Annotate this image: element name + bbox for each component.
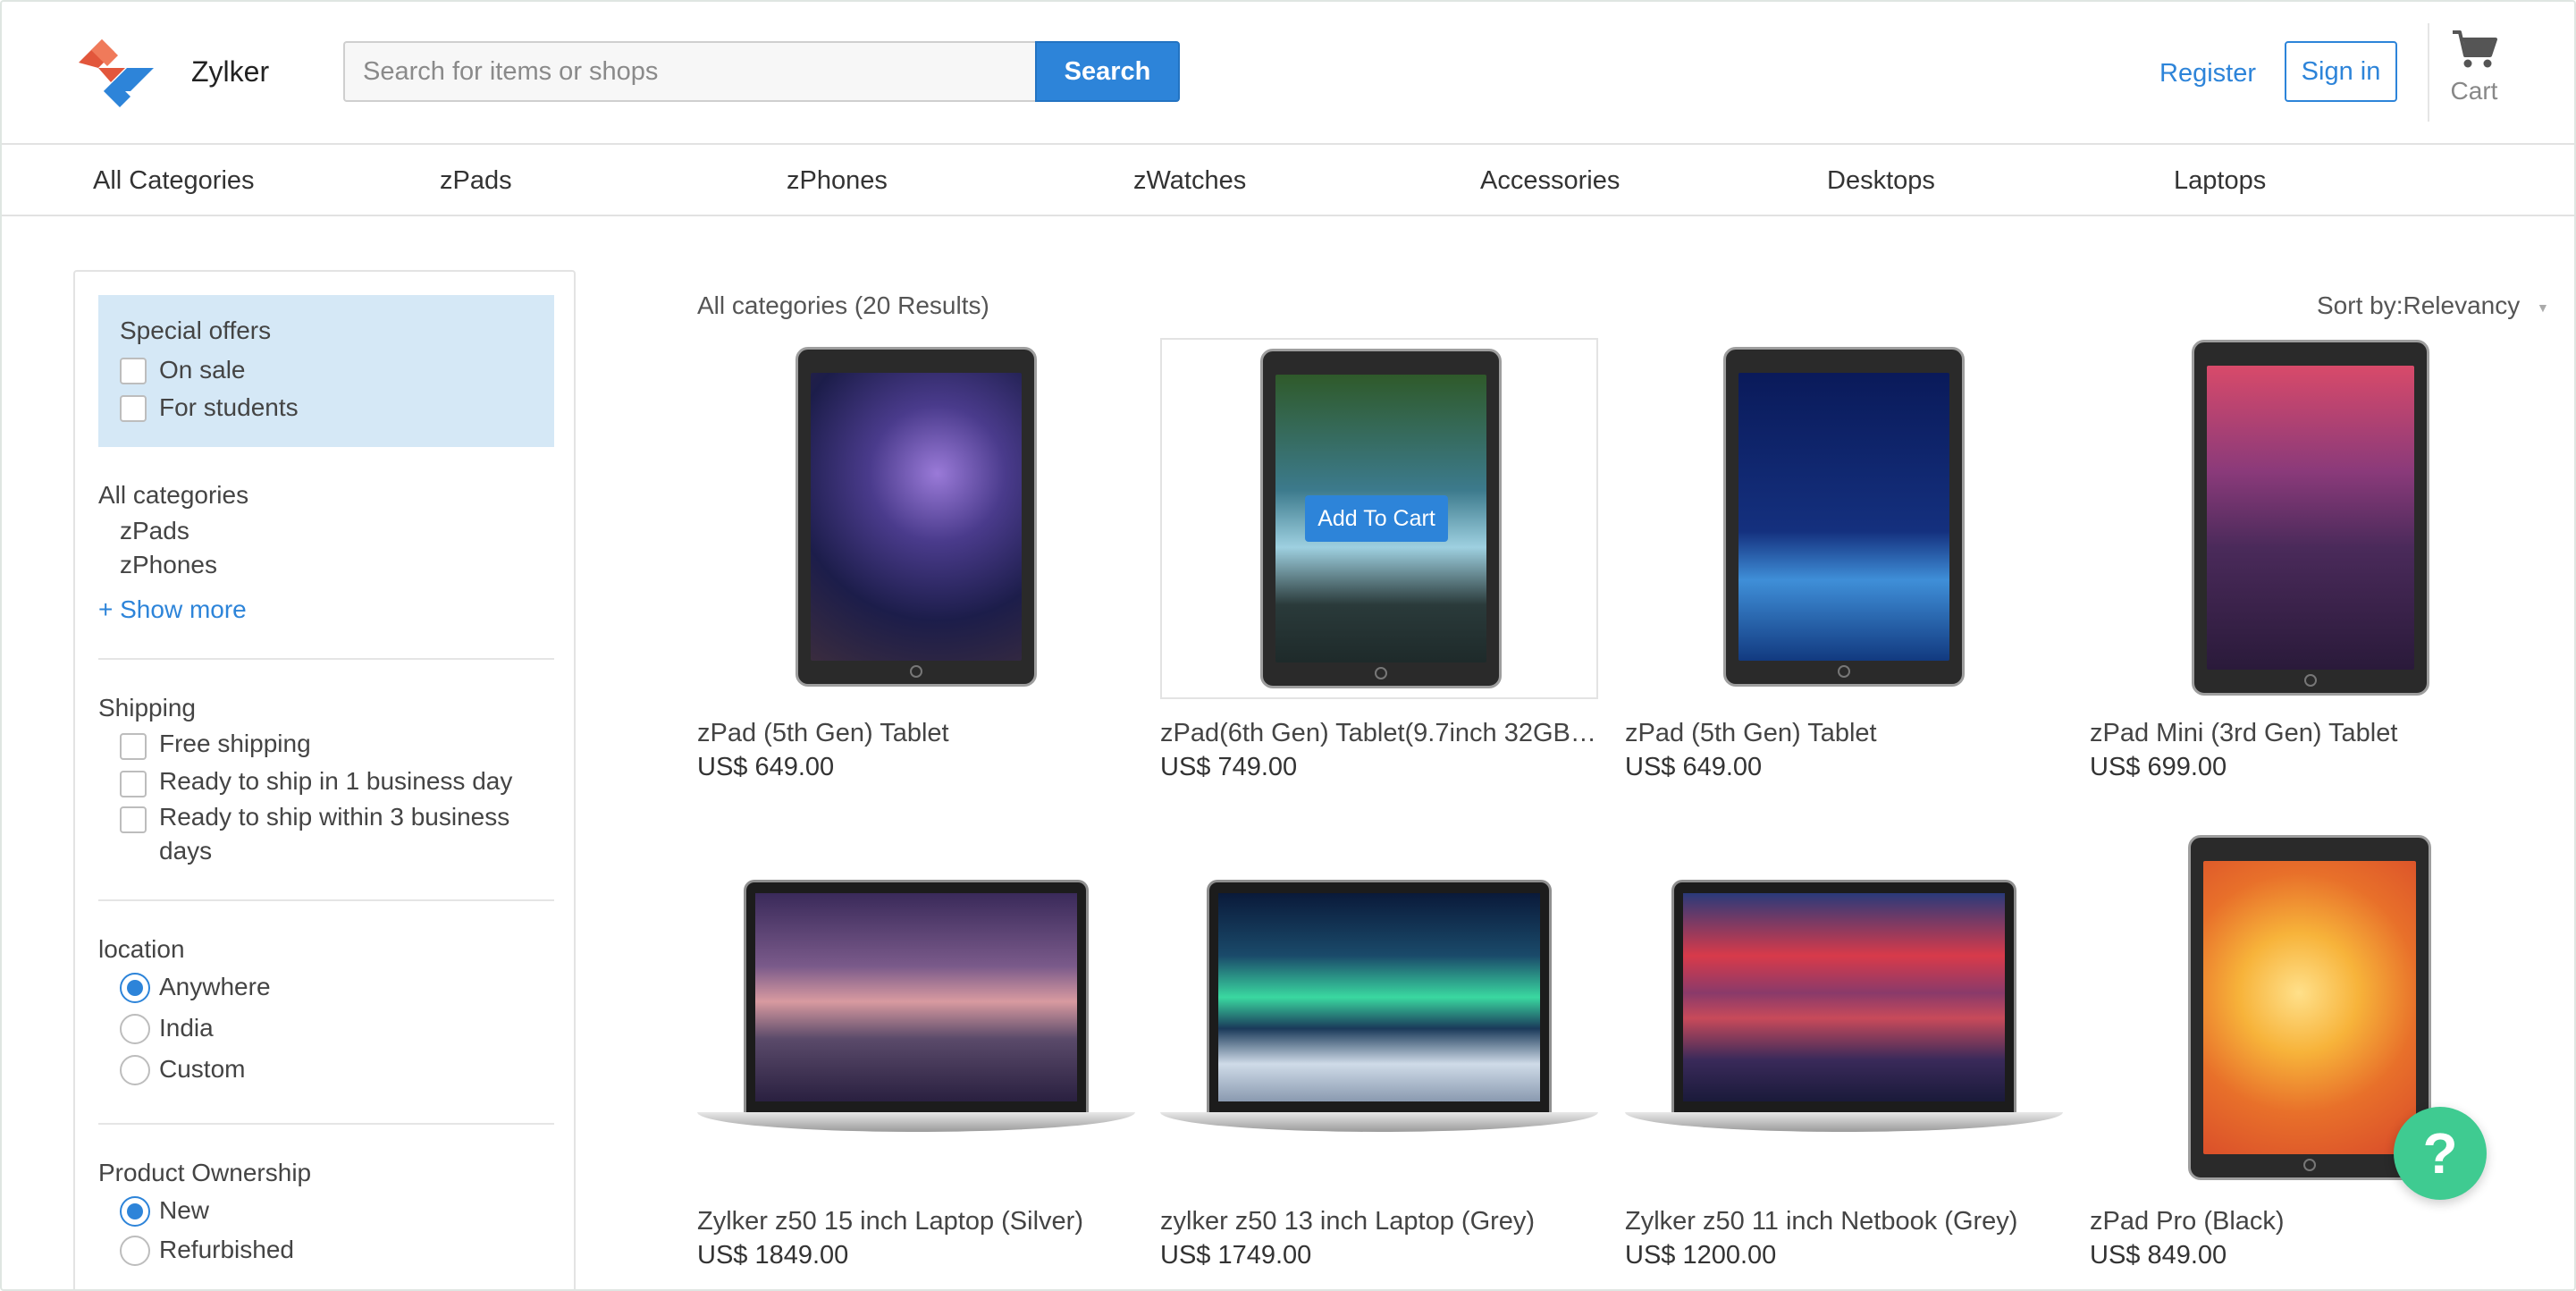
product-image[interactable] bbox=[2090, 338, 2528, 699]
nav-desktops[interactable]: Desktops bbox=[1827, 166, 1935, 196]
cart-button[interactable]: Cart bbox=[2442, 29, 2506, 123]
custom-radio[interactable] bbox=[120, 1055, 150, 1085]
tablet-icon bbox=[796, 347, 1037, 687]
add-to-cart-button[interactable]: Add To Cart bbox=[1305, 495, 1448, 542]
for-students-checkbox[interactable] bbox=[120, 395, 147, 422]
show-more-link[interactable]: + Show more bbox=[98, 595, 247, 624]
refurbished-radio[interactable] bbox=[120, 1236, 150, 1266]
product-price: US$ 649.00 bbox=[697, 753, 835, 781]
nav-all-categories[interactable]: All Categories bbox=[93, 166, 255, 196]
cart-icon bbox=[2453, 30, 2497, 68]
nav-accessories[interactable]: Accessories bbox=[1480, 166, 1620, 196]
product-image[interactable] bbox=[697, 338, 1135, 699]
product-price: US$ 1200.00 bbox=[1625, 1241, 1777, 1270]
register-link[interactable]: Register bbox=[2159, 59, 2256, 89]
search-input[interactable] bbox=[343, 41, 1037, 102]
product-price: US$ 1749.00 bbox=[1160, 1241, 1312, 1270]
product-image[interactable] bbox=[1625, 833, 2063, 1194]
on-sale-label[interactable]: On sale bbox=[159, 356, 246, 384]
nav-zwatches[interactable]: zWatches bbox=[1133, 166, 1246, 196]
new-label[interactable]: New bbox=[159, 1196, 209, 1225]
sign-in-button[interactable]: Sign in bbox=[2285, 41, 2397, 102]
sort-dropdown[interactable]: Sort by:Relevancy bbox=[2317, 291, 2520, 320]
search-button[interactable]: Search bbox=[1035, 41, 1180, 102]
product-price: US$ 749.00 bbox=[1160, 753, 1298, 781]
category-zpads[interactable]: zPads bbox=[120, 517, 189, 545]
ownership-title: Product Ownership bbox=[98, 1159, 312, 1186]
filter-sidebar: Special offers On sale For students All … bbox=[73, 270, 576, 1289]
anywhere-label[interactable]: Anywhere bbox=[159, 973, 271, 1001]
tablet-icon bbox=[2188, 835, 2431, 1180]
laptop-base bbox=[697, 1112, 1135, 1132]
laptop-icon bbox=[1671, 880, 2016, 1112]
divider bbox=[98, 1123, 554, 1125]
ship-1-day-checkbox[interactable] bbox=[120, 771, 147, 797]
location-title: location bbox=[98, 935, 185, 963]
category-nav: All Categories zPads zPhones zWatches Ac… bbox=[2, 143, 2574, 216]
product-name[interactable]: zPad (5th Gen) Tablet bbox=[1625, 719, 2063, 748]
zylker-logo-icon[interactable] bbox=[72, 27, 161, 116]
product-name[interactable]: zylker z50 13 inch Laptop (Grey) bbox=[1160, 1207, 1598, 1236]
nav-zphones[interactable]: zPhones bbox=[787, 166, 888, 196]
product-name[interactable]: zPad (5th Gen) Tablet bbox=[697, 719, 1135, 748]
product-image[interactable]: Add To Cart bbox=[1160, 338, 1598, 699]
header: Zylker Search Register Sign in Cart bbox=[2, 2, 2574, 143]
help-icon[interactable]: ? bbox=[2394, 1107, 2487, 1200]
free-shipping-label[interactable]: Free shipping bbox=[159, 730, 311, 758]
product-name[interactable]: Zylker z50 15 inch Laptop (Silver) bbox=[697, 1207, 1135, 1236]
free-shipping-checkbox[interactable] bbox=[120, 733, 147, 760]
ship-3-days-checkbox[interactable] bbox=[120, 806, 147, 833]
ship-1-day-label[interactable]: Ready to ship in 1 business day bbox=[159, 767, 512, 796]
product-price: US$ 849.00 bbox=[2090, 1241, 2227, 1270]
anywhere-radio[interactable] bbox=[120, 973, 150, 1003]
cart-label: Cart bbox=[2450, 77, 2498, 105]
divider bbox=[98, 899, 554, 901]
laptop-icon bbox=[744, 880, 1089, 1112]
product-price: US$ 1849.00 bbox=[697, 1241, 849, 1270]
special-offers-box: Special offers On sale For students bbox=[98, 295, 554, 447]
product-image[interactable] bbox=[1160, 833, 1598, 1194]
all-categories-title[interactable]: All categories bbox=[98, 481, 248, 510]
ship-3-days-label[interactable]: Ready to ship within 3 business bbox=[159, 803, 509, 831]
product-name[interactable]: zPad Pro (Black) bbox=[2090, 1207, 2528, 1236]
brand-name[interactable]: Zylker bbox=[191, 55, 269, 89]
results-title: All categories (20 Results) bbox=[697, 291, 989, 319]
product-name[interactable]: zPad(6th Gen) Tablet(9.7inch 32GB,... bbox=[1160, 719, 1598, 748]
product-image[interactable] bbox=[1625, 338, 2063, 699]
nav-laptops[interactable]: Laptops bbox=[2174, 166, 2266, 196]
tablet-icon bbox=[2192, 340, 2429, 696]
india-radio[interactable] bbox=[120, 1014, 150, 1044]
new-radio[interactable] bbox=[120, 1196, 150, 1227]
divider bbox=[98, 658, 554, 660]
shipping-title: Shipping bbox=[98, 694, 196, 721]
laptop-base bbox=[1625, 1112, 2063, 1132]
category-zphones[interactable]: zPhones bbox=[120, 551, 217, 579]
product-name[interactable]: Zylker z50 11 inch Netbook (Grey) bbox=[1625, 1207, 2063, 1236]
laptop-base bbox=[1160, 1112, 1598, 1132]
custom-label[interactable]: Custom bbox=[159, 1055, 245, 1084]
for-students-label[interactable]: For students bbox=[159, 393, 299, 422]
laptop-icon bbox=[1207, 880, 1552, 1112]
special-offers-title: Special offers bbox=[120, 316, 272, 344]
on-sale-checkbox[interactable] bbox=[120, 358, 147, 384]
product-price: US$ 649.00 bbox=[1625, 753, 1763, 781]
tablet-icon bbox=[1723, 347, 1965, 687]
header-divider bbox=[2428, 23, 2429, 122]
chevron-down-icon[interactable]: ▼ bbox=[2537, 300, 2549, 315]
ship-3-days-label-cont[interactable]: days bbox=[159, 837, 212, 865]
refurbished-label[interactable]: Refurbished bbox=[159, 1236, 294, 1264]
page-frame: Zylker Search Register Sign in Cart All … bbox=[0, 0, 2576, 1291]
product-price: US$ 699.00 bbox=[2090, 753, 2227, 781]
product-name[interactable]: zPad Mini (3rd Gen) Tablet bbox=[2090, 719, 2528, 748]
nav-zpads[interactable]: zPads bbox=[440, 166, 512, 196]
india-label[interactable]: India bbox=[159, 1014, 214, 1042]
product-image[interactable] bbox=[697, 833, 1135, 1194]
